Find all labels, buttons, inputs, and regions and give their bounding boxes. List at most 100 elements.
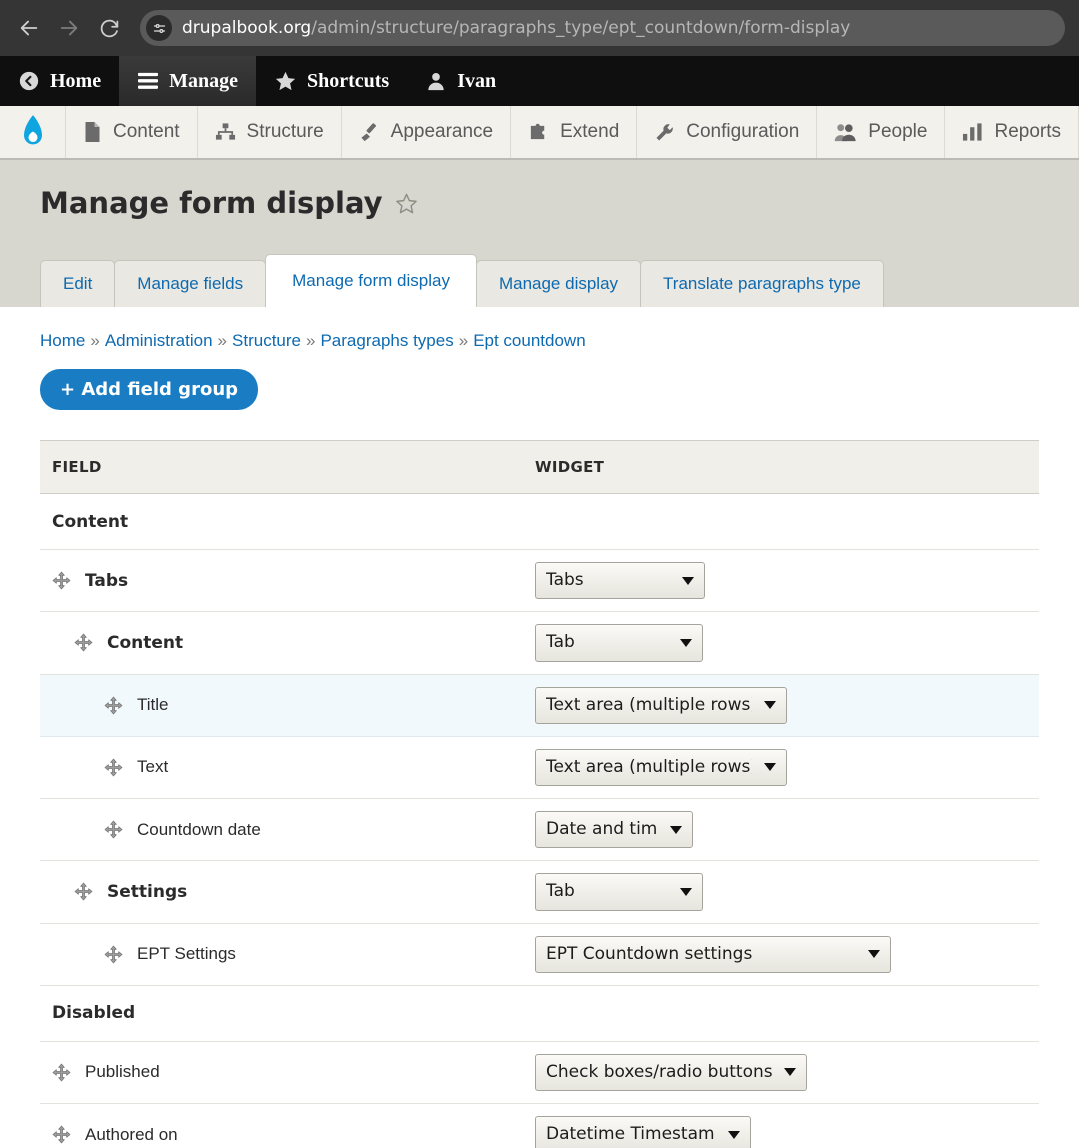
field-cell-inner: EPT Settings — [52, 944, 523, 964]
widget-select[interactable]: Tabs — [535, 562, 705, 600]
page-title: Manage form display — [40, 186, 1039, 220]
field-cell: Settings — [40, 860, 523, 924]
drag-handle-icon[interactable] — [104, 758, 123, 777]
field-label: Content — [107, 632, 184, 653]
field-cell: Published — [40, 1041, 523, 1105]
table-row[interactable]: EPT Settings EPT Countdown settings — [40, 923, 1039, 986]
field-cell-inner: Content — [52, 633, 523, 653]
tab-translate-paragraphs-type[interactable]: Translate paragraphs type — [640, 260, 884, 307]
widget-select-wrapper: Text area (multiple rows) — [535, 748, 787, 786]
table-row[interactable]: Title Text area (multiple rows) — [40, 673, 1039, 737]
drag-handle-icon[interactable] — [52, 1063, 71, 1082]
breadcrumb-item-paragraphs-types[interactable]: Paragraphs types — [320, 331, 453, 350]
drag-handle-icon[interactable] — [104, 696, 123, 715]
menu-item-appearance[interactable]: Appearance — [342, 106, 512, 158]
table-row[interactable]: Authored on Datetime Timestamp — [40, 1103, 1039, 1148]
toolbar-item-label: Ivan — [457, 69, 497, 92]
field-label: Title — [137, 695, 169, 715]
menu-item-label: Reports — [994, 121, 1061, 142]
menu-item-configuration[interactable]: Configuration — [637, 106, 818, 158]
toolbar-item-manage[interactable]: Manage — [119, 56, 256, 106]
table-row[interactable]: Tabs Tabs — [40, 549, 1039, 613]
menu-item-reports[interactable]: Reports — [945, 106, 1079, 158]
hamburger-icon — [137, 71, 159, 91]
region-label: Content — [40, 493, 523, 550]
menu-item-label: Structure — [246, 121, 324, 142]
table-row[interactable]: Text Text area (multiple rows) — [40, 736, 1039, 800]
drupal-drop-logo[interactable] — [0, 106, 66, 158]
widget-select-wrapper: Tab — [535, 624, 703, 662]
drag-handle-icon[interactable] — [74, 633, 93, 652]
field-cell: Text — [40, 736, 523, 800]
toolbar-item-shortcuts[interactable]: Shortcuts — [256, 56, 407, 106]
widget-cell: Text area (multiple rows) — [523, 673, 1039, 737]
site-settings-icon[interactable] — [146, 15, 172, 41]
tab-label: Translate paragraphs type — [663, 274, 861, 293]
table-row[interactable]: Settings Tab — [40, 860, 1039, 924]
field-label: EPT Settings — [137, 944, 236, 964]
column-header-field: FIELD — [40, 440, 523, 494]
widget-select[interactable]: EPT Countdown settings — [535, 935, 891, 973]
widget-select[interactable]: Tab — [535, 624, 703, 662]
breadcrumb-item-administration[interactable]: Administration — [105, 331, 213, 350]
widget-select-wrapper: Date and time — [535, 811, 693, 849]
star-icon — [274, 70, 297, 92]
drupal-admin-toolbar: Home Manage Shortcuts Ivan — [0, 56, 1079, 106]
toolbar-item-home[interactable]: Home — [0, 56, 119, 106]
reload-icon[interactable] — [94, 13, 124, 43]
toolbar-item-label: Shortcuts — [306, 69, 390, 92]
address-bar[interactable]: drupalbook.org/admin/structure/paragraph… — [140, 10, 1065, 46]
field-label: Tabs — [85, 570, 129, 591]
breadcrumb: Home» Administration» Structure» Paragraphs… — [40, 307, 1039, 369]
widget-cell: Tab — [523, 860, 1039, 924]
widget-select[interactable]: Text area (multiple rows) — [535, 686, 787, 724]
toolbar-item-label: Manage — [169, 69, 238, 92]
star-outline-icon[interactable] — [395, 192, 418, 215]
toolbar-item-user[interactable]: Ivan — [407, 56, 514, 106]
main-content: Home» Administration» Structure» Paragraphs… — [0, 307, 1079, 1148]
bar-chart-icon — [962, 122, 983, 142]
field-cell: Countdown date — [40, 798, 523, 862]
menu-item-extend[interactable]: Extend — [511, 106, 638, 158]
tab-manage-form-display[interactable]: Manage form display — [265, 254, 477, 307]
field-cell-inner: Settings — [52, 882, 523, 902]
page-title-text: Manage form display — [40, 186, 383, 220]
breadcrumb-item-structure[interactable]: Structure — [232, 331, 301, 350]
widget-select[interactable]: Check boxes/radio buttons — [535, 1053, 807, 1091]
drag-handle-icon[interactable] — [52, 1125, 71, 1144]
table-row[interactable]: Countdown date Date and time — [40, 798, 1039, 862]
drag-handle-icon[interactable] — [104, 945, 123, 964]
menu-item-structure[interactable]: Structure — [198, 106, 342, 158]
page-header-band: Manage form display Edit Manage fields M… — [0, 160, 1079, 307]
drag-handle-icon[interactable] — [104, 820, 123, 839]
people-icon — [834, 122, 857, 143]
breadcrumb-item-ept-countdown[interactable]: Ept countdown — [473, 331, 585, 350]
widget-select[interactable]: Text area (multiple rows) — [535, 748, 787, 786]
drag-handle-icon[interactable] — [52, 571, 71, 590]
add-field-group-button[interactable]: + Add field group — [40, 369, 259, 410]
puzzle-piece-icon — [528, 122, 549, 143]
browser-chrome: drupalbook.org/admin/structure/paragraph… — [0, 0, 1079, 56]
table-header-row: FIELD WIDGET — [40, 440, 1039, 494]
tab-manage-display[interactable]: Manage display — [475, 260, 642, 307]
tab-edit[interactable]: Edit — [40, 260, 116, 307]
menu-item-label: Content — [113, 121, 180, 142]
table-row[interactable]: Content Tab — [40, 611, 1039, 675]
widget-select[interactable]: Datetime Timestamp — [535, 1116, 751, 1148]
back-arrow-icon[interactable] — [14, 13, 44, 43]
user-icon — [425, 70, 447, 92]
home-back-circle-icon — [18, 70, 40, 92]
table-row[interactable]: Published Check boxes/radio buttons — [40, 1041, 1039, 1105]
menu-item-people[interactable]: People — [817, 106, 946, 158]
field-label: Authored on — [85, 1124, 178, 1144]
widget-select[interactable]: Tab — [535, 873, 703, 911]
tab-manage-fields[interactable]: Manage fields — [114, 260, 267, 307]
widget-select[interactable]: Date and time — [535, 811, 693, 849]
menu-item-content[interactable]: Content — [66, 106, 198, 158]
drupal-admin-menu: Content Structure Appearance Extend Conf… — [0, 106, 1079, 160]
drag-handle-icon[interactable] — [74, 882, 93, 901]
table-region-row: Content — [40, 493, 1039, 550]
form-display-table: FIELD WIDGET Content Tabs Tabs Content Tab Ti… — [40, 440, 1039, 1148]
breadcrumb-item-home[interactable]: Home — [40, 331, 85, 350]
paint-brush-icon — [359, 122, 380, 143]
